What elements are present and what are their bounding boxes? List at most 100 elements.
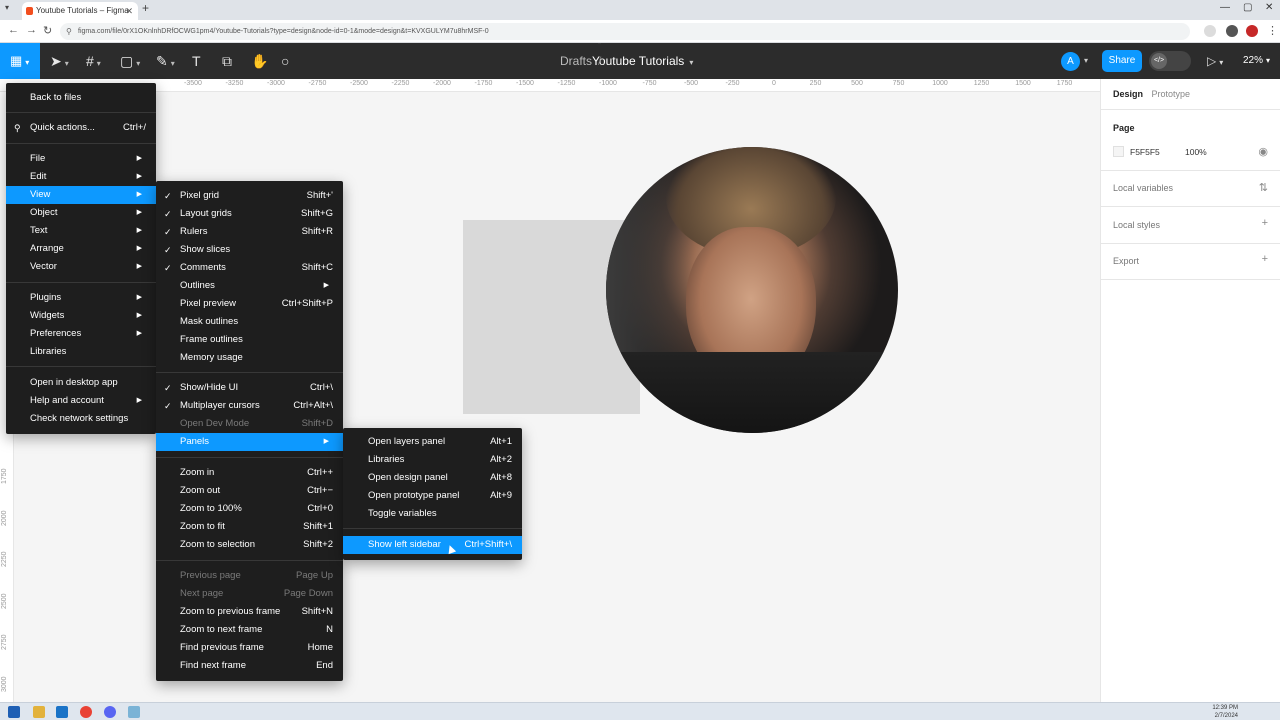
main_menu-item-help-and-account[interactable]: Help and account ▶ (6, 392, 156, 410)
forward-icon[interactable]: → (26, 24, 37, 36)
text-tool-icon[interactable]: T (192, 43, 201, 79)
main_menu-item-open-in-desktop-app[interactable]: Open in desktop app (6, 374, 156, 392)
main-menu-button[interactable]: ▦ ▾ (0, 43, 40, 79)
view_menu-item-zoom-to-fit[interactable]: Zoom to fit Shift+1 (156, 518, 343, 536)
ruler-tick-label: -1500 (516, 80, 534, 87)
dev-mode-toggle[interactable]: </> (1149, 51, 1191, 71)
share-button[interactable]: Share (1102, 50, 1142, 72)
chevron-down-icon[interactable]: ▾ (689, 58, 693, 67)
panels_menu-item-libraries[interactable]: Libraries Alt+2 (343, 451, 522, 469)
shape-tool-icon[interactable]: ▢ ▾ (120, 43, 140, 79)
file-explorer-icon[interactable] (33, 706, 45, 718)
breadcrumb-drafts[interactable]: Drafts (560, 54, 592, 68)
add-style-icon[interactable]: + (1262, 217, 1268, 229)
main_menu-item-edit[interactable]: Edit ▶ (6, 168, 156, 186)
back-icon[interactable]: ← (8, 24, 19, 36)
page-opacity-value[interactable]: 100% (1185, 147, 1207, 157)
sidepanel-icon[interactable] (1226, 25, 1238, 37)
main_menu-item-file[interactable]: File ▶ (6, 150, 156, 168)
main_menu-item-object[interactable]: Object ▶ (6, 204, 156, 222)
view_menu-item-rulers[interactable]: ✓ Rulers Shift+R (156, 223, 343, 241)
main_menu-item-libraries[interactable]: Libraries (6, 343, 156, 361)
discord-icon[interactable] (104, 706, 116, 718)
eye-icon[interactable]: ◉ (1258, 145, 1268, 158)
view_menu-item-pixel-grid[interactable]: ✓ Pixel grid Shift+' (156, 187, 343, 205)
profile-icon[interactable] (1246, 25, 1258, 37)
main_menu-item-plugins[interactable]: Plugins ▶ (6, 289, 156, 307)
browser-menu-icon[interactable]: ⋮ (1267, 24, 1278, 37)
circle-photo-image[interactable] (606, 147, 898, 433)
variables-icon[interactable]: ⇅ (1259, 181, 1268, 194)
tab-prototype[interactable]: Prototype (1152, 89, 1191, 99)
view_menu-item-frame-outlines[interactable]: Frame outlines (156, 331, 343, 349)
extensions-icon[interactable] (1204, 25, 1216, 37)
main_menu-item-arrange[interactable]: Arrange ▶ (6, 240, 156, 258)
clock[interactable]: 12:39 PM 2/7/2024 (1212, 704, 1238, 720)
frame-tool-icon[interactable]: # ▾ (86, 43, 101, 79)
panels_menu-item-open-design-panel[interactable]: Open design panel Alt+8 (343, 469, 522, 487)
panels_menu-item-toggle-variables[interactable]: Toggle variables (343, 505, 522, 523)
view_menu-item-find-next-frame[interactable]: Find next frame End (156, 657, 343, 675)
panels_menu-item-open-prototype-panel[interactable]: Open prototype panel Alt+9 (343, 487, 522, 505)
url-field[interactable]: ⚲ figma.com/file/0rX1OKnlnhDRfOCWG1pm4/Y… (60, 23, 1190, 40)
zoom-level[interactable]: 22% ▾ (1243, 43, 1270, 79)
check-icon: ✓ (164, 263, 172, 273)
close-window-icon[interactable]: ✕ (1265, 2, 1273, 13)
view_menu-item-memory-usage[interactable]: Memory usage (156, 349, 343, 367)
site-info-icon[interactable]: ⚲ (66, 23, 72, 40)
reload-icon[interactable]: ↻ (43, 24, 52, 37)
panels_menu-item-show-left-sidebar[interactable]: Show left sidebar Ctrl+Shift+\ (343, 536, 522, 554)
page-color-swatch[interactable] (1113, 146, 1124, 157)
view_menu-item-layout-grids[interactable]: ✓ Layout grids Shift+G (156, 205, 343, 223)
present-icon[interactable]: ▷ ▾ (1207, 43, 1223, 81)
view_menu-item-zoom-to-100[interactable]: Zoom to 100% Ctrl+0 (156, 500, 343, 518)
view_menu-item-panels[interactable]: Panels ▶ (156, 433, 343, 451)
view_menu-item-zoom-to-next-frame[interactable]: Zoom to next frame N (156, 621, 343, 639)
tab-design[interactable]: Design (1113, 89, 1143, 99)
tab-search-icon[interactable]: ▾ (5, 3, 9, 12)
panels_menu-item-open-layers-panel[interactable]: Open layers panel Alt+1 (343, 433, 522, 451)
menu-item-label: File (30, 153, 46, 164)
main_menu-item-text[interactable]: Text ▶ (6, 222, 156, 240)
hand-tool-icon[interactable]: ✋ (251, 43, 268, 79)
local-variables-label[interactable]: Local variables (1113, 183, 1173, 193)
view_menu-item-zoom-in[interactable]: Zoom in Ctrl++ (156, 464, 343, 482)
main_menu-item-check-network-settings[interactable]: Check network settings (6, 410, 156, 428)
comment-tool-icon[interactable]: ○ (281, 43, 289, 79)
maximize-icon[interactable]: ▢ (1243, 2, 1252, 13)
view_menu-item-show-slices[interactable]: ✓ Show slices (156, 241, 343, 259)
view_menu-item-multiplayer-cursors[interactable]: ✓ Multiplayer cursors Ctrl+Alt+\ (156, 397, 343, 415)
chrome-icon[interactable] (80, 706, 92, 718)
menu-item-label: Open in desktop app (30, 377, 118, 388)
start-icon[interactable] (8, 706, 20, 718)
new-tab-icon[interactable]: + (142, 1, 149, 15)
view_menu-item-find-previous-frame[interactable]: Find previous frame Home (156, 639, 343, 657)
view_menu-item-outlines[interactable]: Outlines ▶ (156, 277, 343, 295)
avatar[interactable]: A (1061, 52, 1080, 71)
minimize-icon[interactable]: — (1220, 2, 1230, 13)
view_menu-item-mask-outlines[interactable]: Mask outlines (156, 313, 343, 331)
resources-icon[interactable]: ⧉ (222, 43, 232, 79)
view_menu-item-show-hide-ui[interactable]: ✓ Show/Hide UI Ctrl+\ (156, 379, 343, 397)
main_menu-item-preferences[interactable]: Preferences ▶ (6, 325, 156, 343)
chevron-down-icon[interactable]: ▾ (1084, 43, 1088, 79)
browser-tab[interactable]: Youtube Tutorials – Figma ✕ (22, 2, 138, 20)
pen-tool-icon[interactable]: ✎ ▾ (156, 43, 175, 79)
app-icon[interactable] (128, 706, 140, 718)
main_menu-item-widgets[interactable]: Widgets ▶ (6, 307, 156, 325)
view_menu-item-pixel-preview[interactable]: Pixel preview Ctrl+Shift+P (156, 295, 343, 313)
main_menu-item-vector[interactable]: Vector ▶ (6, 258, 156, 276)
page-color-value[interactable]: F5F5F5 (1130, 147, 1160, 157)
file-name[interactable]: Youtube Tutorials (592, 54, 684, 68)
view_menu-item-zoom-out[interactable]: Zoom out Ctrl+− (156, 482, 343, 500)
move-tool-icon[interactable]: ➤ ▾ (50, 43, 69, 79)
main_menu-item-view[interactable]: View ▶ (6, 186, 156, 204)
close-tab-icon[interactable]: ✕ (125, 2, 133, 20)
view_menu-item-zoom-to-previous-frame[interactable]: Zoom to previous frame Shift+N (156, 603, 343, 621)
main_menu-item-quick-actions[interactable]: ⚲ Quick actions... Ctrl+/ (6, 119, 156, 137)
outlook-icon[interactable] (56, 706, 68, 718)
view_menu-item-comments[interactable]: ✓ Comments Shift+C (156, 259, 343, 277)
view_menu-item-zoom-to-selection[interactable]: Zoom to selection Shift+2 (156, 536, 343, 554)
main_menu-item-back-to-files[interactable]: Back to files (6, 89, 156, 107)
add-export-icon[interactable]: + (1262, 253, 1268, 265)
